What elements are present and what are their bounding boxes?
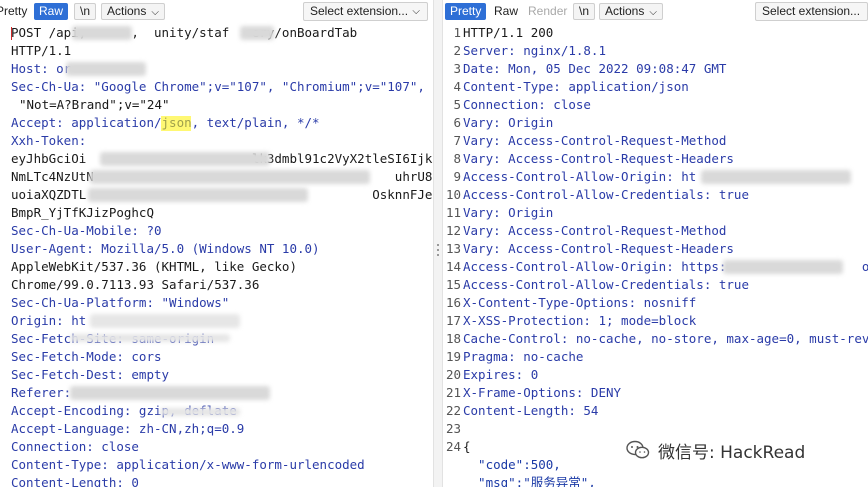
drag-handle-icon[interactable] xyxy=(437,244,440,258)
redaction-blur xyxy=(70,386,270,400)
watermark: 微信号: HackRead xyxy=(626,437,805,463)
response-toolbar: Pretty Raw Render \n Actions ⌵ Select ext… xyxy=(443,0,868,24)
redaction-blur xyxy=(72,26,132,40)
response-pane: Pretty Raw Render \n Actions ⌵ Select ext… xyxy=(443,0,868,487)
redaction-blur xyxy=(160,408,240,416)
response-raw-tab[interactable]: Raw xyxy=(489,3,523,20)
request-extension-label: Select extension... xyxy=(310,4,409,18)
response-extension-label: Select extension... xyxy=(762,4,861,18)
pane-divider[interactable] xyxy=(433,0,443,487)
response-extension-select[interactable]: Select extension... xyxy=(755,2,868,21)
redaction-blur xyxy=(100,152,270,166)
request-toolbar: Pretty Raw \n Actions ⌵ Select extension.… xyxy=(0,0,433,24)
request-editor[interactable]: POST /api, , unity/staf ery/onBoardTab H… xyxy=(0,24,433,487)
redaction-blur xyxy=(701,170,851,184)
redaction-blur xyxy=(88,188,308,202)
request-newline-toggle[interactable]: \n xyxy=(74,3,97,20)
response-actions-menu[interactable]: Actions ⌵ xyxy=(599,3,663,20)
chevron-down-icon: ⌵ xyxy=(412,6,420,17)
wechat-icon xyxy=(626,440,650,459)
redaction-blur xyxy=(70,334,230,342)
chevron-down-icon: ⌵ xyxy=(151,7,159,18)
response-actions-label: Actions xyxy=(605,4,645,18)
request-pane: Pretty Raw \n Actions ⌵ Select extension.… xyxy=(0,0,433,487)
search-highlight xyxy=(161,116,191,131)
request-raw-tab[interactable]: Raw xyxy=(34,3,69,20)
response-pretty-tab[interactable]: Pretty xyxy=(445,3,487,20)
redaction-blur xyxy=(90,314,240,328)
watermark-text: 微信号: HackRead xyxy=(658,442,806,463)
request-actions-menu[interactable]: Actions ⌵ xyxy=(101,3,165,20)
redaction-blur xyxy=(723,260,843,274)
response-newline-toggle[interactable]: \n xyxy=(573,3,596,20)
chevron-down-icon: ⌵ xyxy=(649,7,657,18)
redaction-blur xyxy=(66,62,146,76)
redaction-blur xyxy=(240,26,274,40)
request-extension-select[interactable]: Select extension... ⌵ xyxy=(303,2,428,21)
response-render-tab[interactable]: Render xyxy=(523,3,572,20)
request-pretty-tab[interactable]: Pretty xyxy=(0,3,32,20)
request-actions-label: Actions xyxy=(107,4,147,18)
response-editor[interactable]: 1 HTTP/1.1 200 2 Server: nginx/1.8.1 3 Date… xyxy=(443,24,868,487)
redaction-blur xyxy=(90,170,370,184)
